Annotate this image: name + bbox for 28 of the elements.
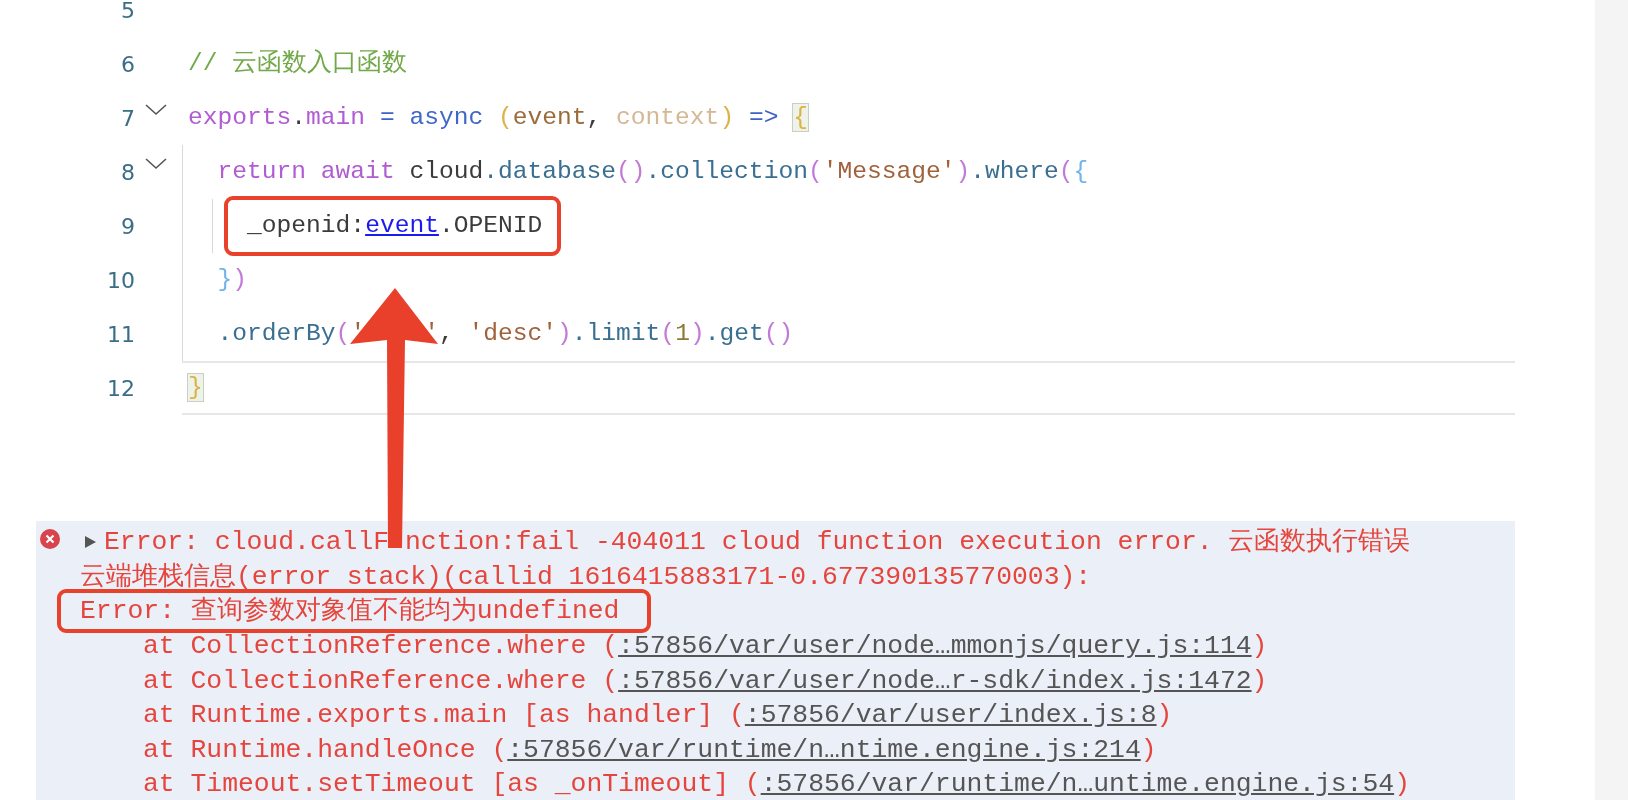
fold-chevron-icon[interactable] <box>145 104 167 116</box>
code-line: // 云函数入口函数 <box>188 49 408 79</box>
line-number: 6 <box>120 51 135 77</box>
line-number: 7 <box>120 105 135 131</box>
code-link[interactable]: event <box>365 212 439 239</box>
source-link[interactable]: :57856/var/user/node…r-sdk/index.js:1472 <box>618 665 1252 696</box>
error-detail: Error: 查询参数对象值不能均为undefined <box>57 589 652 634</box>
fold-chevron-icon[interactable] <box>145 158 167 170</box>
code-line: return await cloud.database().collection('Message').where({ <box>217 157 1089 187</box>
stack-line: at Timeout.setTimeout [as _onTimeout] (:57856/var/runtime/n…untime.engine.js:54) <box>143 768 1410 800</box>
code-line: exports.main = async (event, context) => { <box>188 103 808 133</box>
code-line: .orderBy(' ', 'desc').limit(1).get() <box>217 319 794 349</box>
stack-line: at Runtime.handleOnce (:57856/var/runtime/n…ntime.engine.js:214) <box>143 733 1157 767</box>
stack-line: at CollectionReference.where (:57856/var/user/node…r-sdk/index.js:1472) <box>143 664 1268 698</box>
source-link[interactable]: :57856/var/runtime/n…ntime.engine.js:214 <box>507 734 1141 765</box>
error-message: Error: cloud.callF nction:fail -404011 cloud function execution error. 云函数执行错误 <box>104 526 1411 560</box>
line-number: 8 <box>120 159 135 185</box>
stack-line: at Runtime.exports.main [as handler] (:57856/var/user/index.js:8) <box>143 699 1173 733</box>
code-line: }) <box>217 265 248 295</box>
source-link[interactable]: :57856/var/user/node…mmonjs/query.js:114 <box>618 631 1252 662</box>
source-link[interactable]: :57856/var/user/index.js:8 <box>744 700 1157 731</box>
line-number: 9 <box>120 213 135 239</box>
line-number: 12 <box>106 375 135 401</box>
line-number: 10 <box>106 267 135 293</box>
line-number: 5 <box>120 0 135 23</box>
expand-triangle-icon[interactable] <box>85 535 96 550</box>
line-number: 11 <box>106 321 135 347</box>
source-link[interactable]: :57856/var/runtime/n…untime.engine.js:54 <box>760 769 1395 800</box>
